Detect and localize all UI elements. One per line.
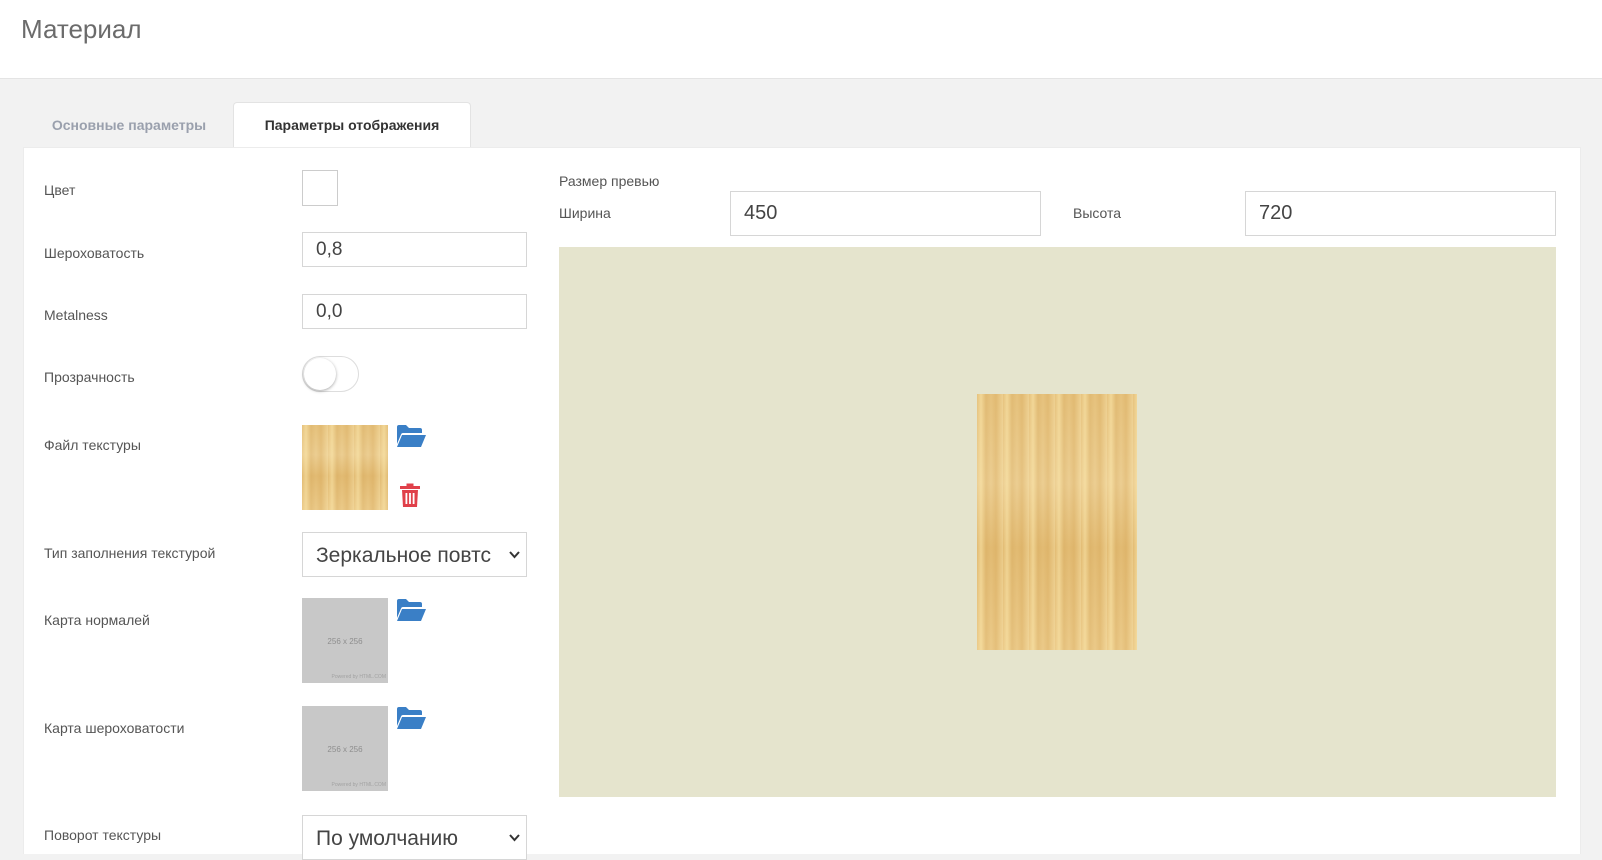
preview-width-input[interactable] xyxy=(730,191,1041,236)
color-swatch[interactable] xyxy=(302,170,338,206)
toggle-knob xyxy=(304,358,336,390)
page-header: Материал xyxy=(0,0,1602,79)
transparency-label: Прозрачность xyxy=(44,369,135,385)
preview-height-label: Высота xyxy=(1073,205,1122,221)
rotation-select[interactable]: По умолчанию xyxy=(302,815,527,860)
preview-height-input[interactable] xyxy=(1245,191,1556,236)
preview-width-label: Ширина xyxy=(559,205,611,221)
preview-texture-panel xyxy=(977,394,1137,650)
texture-thumbnail xyxy=(302,425,388,510)
texture-file-label: Файл текстуры xyxy=(44,437,141,453)
trash-icon[interactable] xyxy=(399,483,421,513)
tab-basic-params[interactable]: Основные параметры xyxy=(24,103,234,147)
fill-type-select[interactable]: Зеркальное повтс xyxy=(302,532,527,577)
placeholder-credit-text: Powered by HTML.COM xyxy=(331,674,386,680)
preview-size-label: Размер превью xyxy=(559,173,660,189)
page-title: Материал xyxy=(21,14,142,44)
roughness-label: Шероховатость xyxy=(44,245,145,261)
color-label: Цвет xyxy=(44,182,76,198)
tab-display-params[interactable]: Параметры отображения xyxy=(233,102,471,149)
normal-map-label: Карта нормалей xyxy=(44,612,150,628)
transparency-toggle[interactable] xyxy=(302,356,359,392)
normal-map-placeholder: 256 x 256 Powered by HTML.COM xyxy=(302,598,388,683)
rotation-select-wrap: По умолчанию xyxy=(302,815,527,860)
placeholder-size-text: 256 x 256 xyxy=(327,745,363,754)
roughness-map-placeholder: 256 x 256 Powered by HTML.COM xyxy=(302,706,388,791)
placeholder-size-text: 256 x 256 xyxy=(327,637,363,646)
folder-open-icon[interactable] xyxy=(396,598,427,628)
metalness-input[interactable] xyxy=(302,294,527,329)
metalness-label: Metalness xyxy=(44,307,108,323)
folder-open-icon[interactable] xyxy=(396,424,427,454)
folder-open-icon[interactable] xyxy=(396,706,427,736)
fill-type-label: Тип заполнения текстурой xyxy=(44,545,216,561)
fill-type-select-wrap: Зеркальное повтс xyxy=(302,532,527,577)
roughness-map-label: Карта шероховатости xyxy=(44,720,185,736)
placeholder-credit-text: Powered by HTML.COM xyxy=(331,782,386,788)
roughness-input[interactable] xyxy=(302,232,527,267)
rotation-label: Поворот текстуры xyxy=(44,827,162,843)
